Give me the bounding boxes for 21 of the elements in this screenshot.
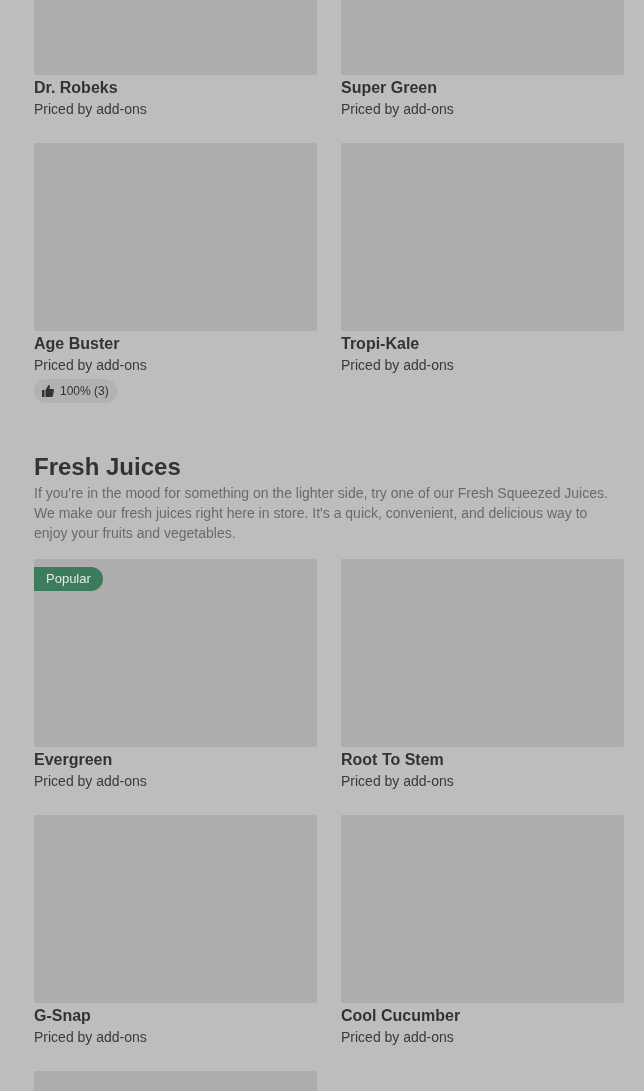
item-name[interactable]: Super Green: [341, 77, 438, 99]
item-price: Priced by add-ons: [34, 100, 147, 119]
item-price: Priced by add-ons: [341, 772, 454, 791]
item-name[interactable]: Root To Stem: [341, 749, 444, 771]
item-name[interactable]: Evergreen: [34, 749, 113, 771]
popular-badge: Popular: [34, 567, 103, 591]
item-name[interactable]: Dr. Robeks: [34, 77, 118, 99]
item-price: Priced by add-ons: [34, 772, 147, 791]
rating-text: 100% (3): [60, 384, 109, 398]
item-name[interactable]: G-Snap: [34, 1005, 91, 1027]
thumbs-up-icon: [42, 385, 54, 397]
item-price: Priced by add-ons: [341, 100, 454, 119]
item-name[interactable]: Tropi-Kale: [341, 333, 420, 355]
item-price: Priced by add-ons: [34, 356, 147, 375]
item-price: Priced by add-ons: [341, 356, 454, 375]
item-name[interactable]: Cool Cucumber: [341, 1005, 461, 1027]
item-name[interactable]: Age Buster: [34, 333, 120, 355]
section-title: Fresh Juices: [34, 452, 182, 482]
item-price: Priced by add-ons: [34, 1028, 147, 1047]
item-price: Priced by add-ons: [341, 1028, 454, 1047]
section-description: If you're in the mood for something on the lighter side, try one of our Fresh Squeezed Juices. We make our fresh juices right here in store. It's a quick, convenient, and delicious way to enjoy your fruits and vegetables.: [34, 484, 609, 543]
